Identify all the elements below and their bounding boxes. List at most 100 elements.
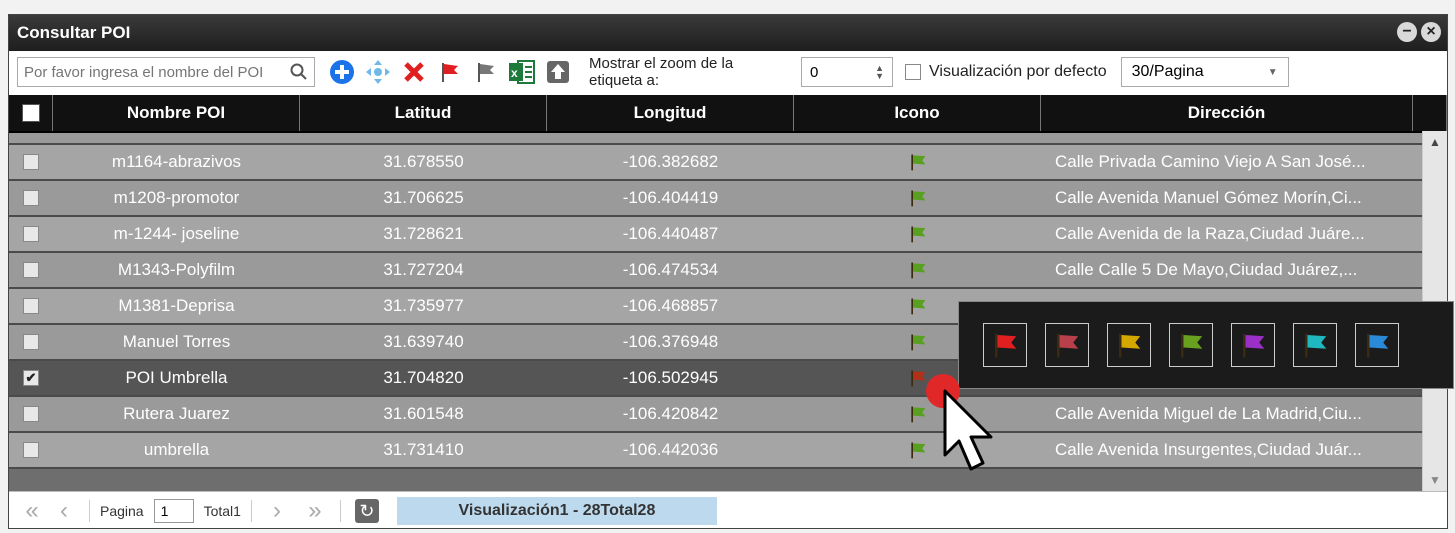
default-view-toggle[interactable]: Visualización por defecto — [905, 63, 1107, 81]
row-checkbox[interactable] — [23, 298, 39, 314]
poi-name: POI Umbrella — [125, 368, 228, 387]
flag-option-button[interactable] — [1169, 323, 1213, 367]
flag-icon[interactable] — [908, 152, 928, 172]
excel-icon: x — [509, 60, 535, 84]
scroll-down-icon[interactable]: ▼ — [1429, 473, 1441, 487]
default-view-label: Visualización por defecto — [929, 63, 1107, 80]
table-row[interactable]: m1208-promotor 31.706625 -106.404419 Calle … — [9, 181, 1447, 217]
add-poi-button[interactable] — [327, 57, 357, 87]
row-checkbox-cell[interactable] — [9, 397, 53, 431]
row-checkbox[interactable]: ✔ — [23, 370, 39, 386]
table-row[interactable]: M1343-Polyfilm 31.727204 -106.474534 Calle … — [9, 253, 1447, 289]
row-checkbox[interactable] — [23, 262, 39, 278]
flag-icon[interactable] — [908, 296, 928, 316]
last-page-icon[interactable]: » — [300, 497, 330, 525]
row-checkbox-cell[interactable] — [9, 145, 53, 179]
flag-option-button[interactable] — [1231, 323, 1275, 367]
spinner-arrows-icon[interactable]: ▲ ▼ — [875, 64, 884, 81]
first-page-icon[interactable]: « — [17, 497, 47, 525]
row-checkbox-cell[interactable] — [9, 289, 53, 323]
select-all-checkbox[interactable] — [21, 104, 40, 122]
flag-icon[interactable] — [908, 188, 928, 208]
per-page-select[interactable]: 30/Pagina ▼ — [1120, 57, 1289, 87]
header-icon[interactable]: Icono — [794, 95, 1041, 131]
row-checkbox[interactable] — [23, 226, 39, 242]
header-lon[interactable]: Longitud — [547, 95, 794, 131]
flag-icon[interactable] — [908, 224, 928, 244]
poi-lat: 31.727204 — [383, 260, 464, 279]
flag-icon[interactable] — [908, 260, 928, 280]
page-input[interactable]: 1 — [153, 499, 194, 523]
table-row[interactable]: m1164-abrazivos 31.678550 -106.382682 Calle… — [9, 145, 1447, 181]
poi-address: Calle Privada Camino Viejo A San José... — [1055, 152, 1366, 171]
minimize-icon[interactable]: − — [1397, 22, 1417, 42]
search-icon[interactable] — [284, 63, 314, 81]
blue-flag-icon — [1367, 333, 1389, 358]
row-checkbox-cell[interactable] — [9, 253, 53, 287]
flag-option-button[interactable] — [1293, 323, 1337, 367]
row-checkbox-cell[interactable] — [9, 433, 53, 467]
icon-picker-popup — [958, 301, 1454, 389]
row-checkbox[interactable] — [23, 154, 39, 170]
row-checkbox-cell[interactable] — [9, 181, 53, 215]
poi-icon-cell[interactable] — [794, 253, 1041, 287]
header-lat[interactable]: Latitud — [300, 95, 547, 131]
default-view-checkbox[interactable] — [905, 64, 921, 80]
poi-lat: 31.678550 — [383, 152, 464, 171]
flag-icon[interactable] — [908, 332, 928, 352]
row-checkbox[interactable] — [23, 442, 39, 458]
row-checkbox[interactable] — [23, 190, 39, 206]
poi-icon-cell[interactable] — [794, 181, 1041, 215]
red-flag-icon — [995, 333, 1017, 358]
flag-option-button[interactable] — [1355, 323, 1399, 367]
export-excel-button[interactable]: x — [507, 57, 537, 87]
per-page-value: 30/Pagina — [1131, 63, 1204, 80]
upload-button[interactable] — [543, 57, 573, 87]
poi-address: Calle Avenida Insurgentes,Ciudad Juár... — [1055, 440, 1362, 459]
red-flag-button[interactable] — [435, 57, 465, 87]
row-checkbox-cell[interactable] — [9, 325, 53, 359]
refresh-icon[interactable]: ↻ — [354, 499, 379, 523]
chevron-down-icon: ▼ — [1267, 66, 1278, 78]
poi-name: M1343-Polyfilm — [117, 260, 236, 279]
green-flag-icon — [1181, 333, 1203, 358]
header-select-all[interactable] — [9, 95, 53, 131]
poi-icon-cell[interactable] — [794, 217, 1041, 251]
poi-lon: -106.420842 — [622, 404, 719, 423]
row-checkbox[interactable] — [23, 334, 39, 350]
row-checkbox[interactable] — [23, 406, 39, 422]
search-input[interactable] — [18, 62, 284, 82]
zoom-label: Mostrar el zoom de la etiqueta a: — [589, 55, 734, 89]
table-row-partial — [9, 133, 1447, 145]
delete-poi-button[interactable] — [399, 57, 429, 87]
search-box — [17, 57, 315, 87]
flag-option-button[interactable] — [1107, 323, 1151, 367]
teal-flag-icon — [1305, 333, 1327, 358]
move-arrows-icon — [366, 60, 390, 84]
row-checkbox-cell[interactable] — [9, 217, 53, 251]
poi-lat: 31.728621 — [383, 224, 464, 243]
flag-option-button[interactable] — [983, 323, 1027, 367]
poi-name: umbrella — [143, 440, 210, 459]
zoom-spinner[interactable]: 0 ▲ ▼ — [801, 57, 893, 87]
scroll-up-icon[interactable]: ▲ — [1429, 135, 1441, 149]
red-flag-icon — [442, 63, 458, 82]
gray-flag-button[interactable] — [471, 57, 501, 87]
table-row[interactable]: umbrella 31.731410 -106.442036 Calle Avenid… — [9, 433, 1447, 469]
next-page-icon[interactable]: › — [262, 497, 292, 525]
poi-icon-cell[interactable] — [794, 145, 1041, 179]
table-row[interactable]: m-1244- joseline 31.728621 -106.440487 Call… — [9, 217, 1447, 253]
poi-lat: 31.735977 — [383, 296, 464, 315]
poi-address: Calle Avenida de la Raza,Ciudad Juáre... — [1055, 224, 1365, 243]
close-icon[interactable]: × — [1421, 22, 1441, 42]
mouse-cursor-icon — [926, 374, 993, 471]
table-row[interactable]: Rutera Juarez 31.601548 -106.420842 Calle A… — [9, 397, 1447, 433]
flag-option-button[interactable] — [1045, 323, 1089, 367]
header-name[interactable]: Nombre POI — [53, 95, 300, 131]
header-dir[interactable]: Dirección — [1041, 95, 1413, 131]
move-poi-button[interactable] — [363, 57, 393, 87]
zoom-value: 0 — [810, 63, 819, 81]
prev-page-icon[interactable]: ‹ — [49, 497, 79, 525]
row-checkbox-cell[interactable]: ✔ — [9, 361, 53, 395]
poi-name: M1381-Deprisa — [118, 296, 235, 315]
